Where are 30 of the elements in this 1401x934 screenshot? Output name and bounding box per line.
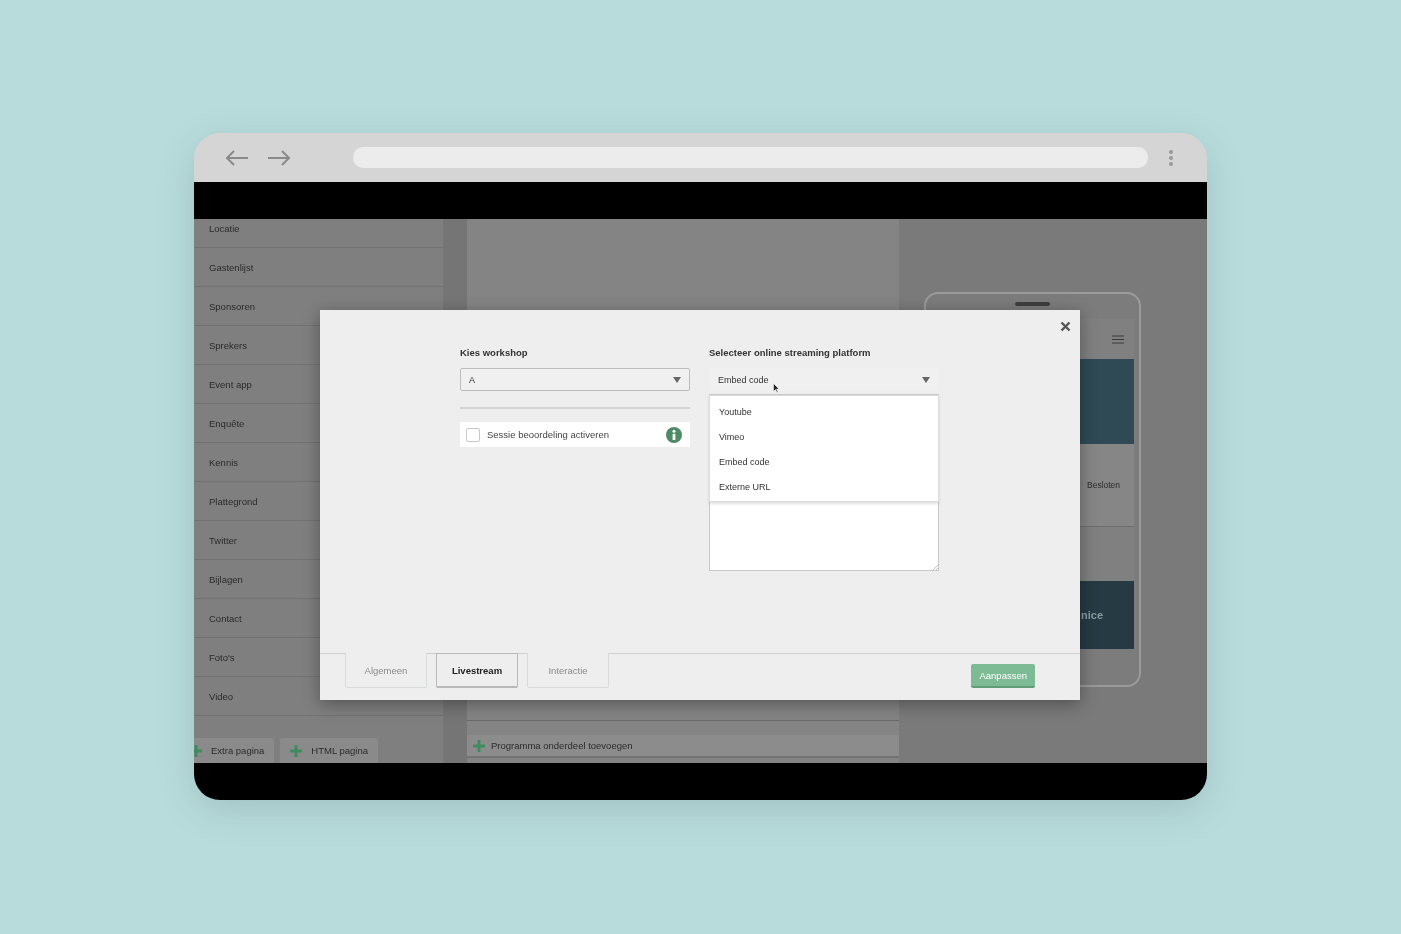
back-arrow-icon[interactable]: [224, 148, 250, 167]
checkbox[interactable]: [466, 427, 480, 442]
banner-text: nice: [1081, 609, 1103, 621]
menu-icon[interactable]: [1168, 148, 1174, 167]
tab[interactable]: Algemeen: [345, 653, 427, 688]
plus-icon: [290, 744, 303, 757]
add-page-button[interactable]: HTML pagina: [280, 738, 379, 763]
resize-grip-icon[interactable]: [932, 564, 938, 570]
plus-icon: [194, 744, 202, 757]
dropdown-option[interactable]: Externe URL: [710, 474, 938, 499]
tab[interactable]: Interactie: [527, 653, 609, 688]
field-label: Kies workshop: [460, 347, 529, 358]
caret-icon: [673, 376, 681, 383]
status-label: Besloten: [1087, 480, 1121, 490]
forward-arrow-icon[interactable]: [266, 148, 292, 167]
add-program-button[interactable]: Programma onderdeel toevoegen: [467, 735, 899, 758]
dropdown-option[interactable]: Vimeo: [710, 424, 938, 449]
tab[interactable]: Livestream: [436, 653, 518, 688]
workshop-select[interactable]: A: [460, 368, 690, 391]
dropdown-option[interactable]: Embed code: [710, 449, 938, 474]
field-label: Selecteer online streaming platform: [709, 347, 872, 358]
close-icon[interactable]: [1060, 321, 1071, 332]
menu-icon[interactable]: [1112, 334, 1124, 344]
checkbox-label: Sessie beoordeling activeren: [487, 429, 609, 440]
add-page-button[interactable]: Extra pagina: [194, 738, 275, 763]
info-icon[interactable]: [666, 426, 682, 443]
caret-icon: [922, 376, 930, 383]
submit-button[interactable]: Aanpassen: [971, 664, 1035, 688]
dropdown-option[interactable]: Youtube: [710, 399, 938, 424]
plus-icon: [473, 739, 485, 752]
